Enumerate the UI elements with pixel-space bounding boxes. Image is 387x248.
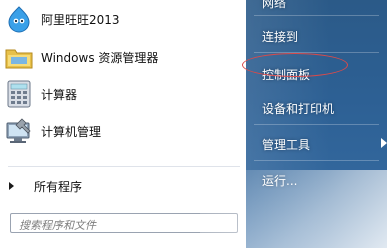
submenu-arrow-icon: [381, 138, 387, 148]
calculator-icon: [4, 79, 34, 109]
program-item-computer-management[interactable]: 计算机管理: [4, 114, 244, 148]
program-item-windows-explorer[interactable]: Windows 资源管理器: [4, 40, 244, 74]
divider: [254, 15, 379, 16]
program-label: 计算机管理: [41, 124, 102, 139]
all-programs-label: 所有程序: [34, 179, 83, 194]
right-item-connect-to[interactable]: 连接到: [262, 28, 298, 45]
program-label: 阿里旺旺2013: [41, 12, 120, 27]
right-item-network[interactable]: 网络: [262, 0, 286, 11]
divider: [254, 124, 379, 125]
triangle-right-icon: [9, 182, 14, 190]
aliwangwang-icon: [4, 4, 34, 34]
start-menu-right-pane: 网络 连接到 控制面板 设备和打印机 管理工具 运行...: [246, 0, 387, 248]
computer-management-icon: [4, 116, 34, 146]
right-item-admin-tools[interactable]: 管理工具: [262, 136, 310, 153]
divider: [254, 160, 379, 161]
divider: [8, 166, 240, 167]
right-item-control-panel[interactable]: 控制面板: [262, 66, 310, 83]
right-item-run[interactable]: 运行...: [262, 172, 297, 189]
search-placeholder: 搜索程序和文件: [19, 219, 96, 232]
search-input[interactable]: 搜索程序和文件: [10, 213, 238, 233]
divider: [254, 52, 379, 53]
program-item-aliwangwang[interactable]: 阿里旺旺2013: [4, 2, 244, 36]
all-programs-button[interactable]: 所有程序: [6, 176, 242, 196]
folder-icon: [4, 42, 34, 72]
start-menu-left-pane: 阿里旺旺2013 Windows 资源管理器 计算器 计算机管理 所有程序 搜索…: [0, 0, 248, 248]
program-item-calculator[interactable]: 计算器: [4, 77, 244, 111]
program-label: Windows 资源管理器: [41, 50, 159, 65]
right-item-devices-printers[interactable]: 设备和打印机: [262, 100, 334, 117]
program-label: 计算器: [41, 87, 78, 102]
